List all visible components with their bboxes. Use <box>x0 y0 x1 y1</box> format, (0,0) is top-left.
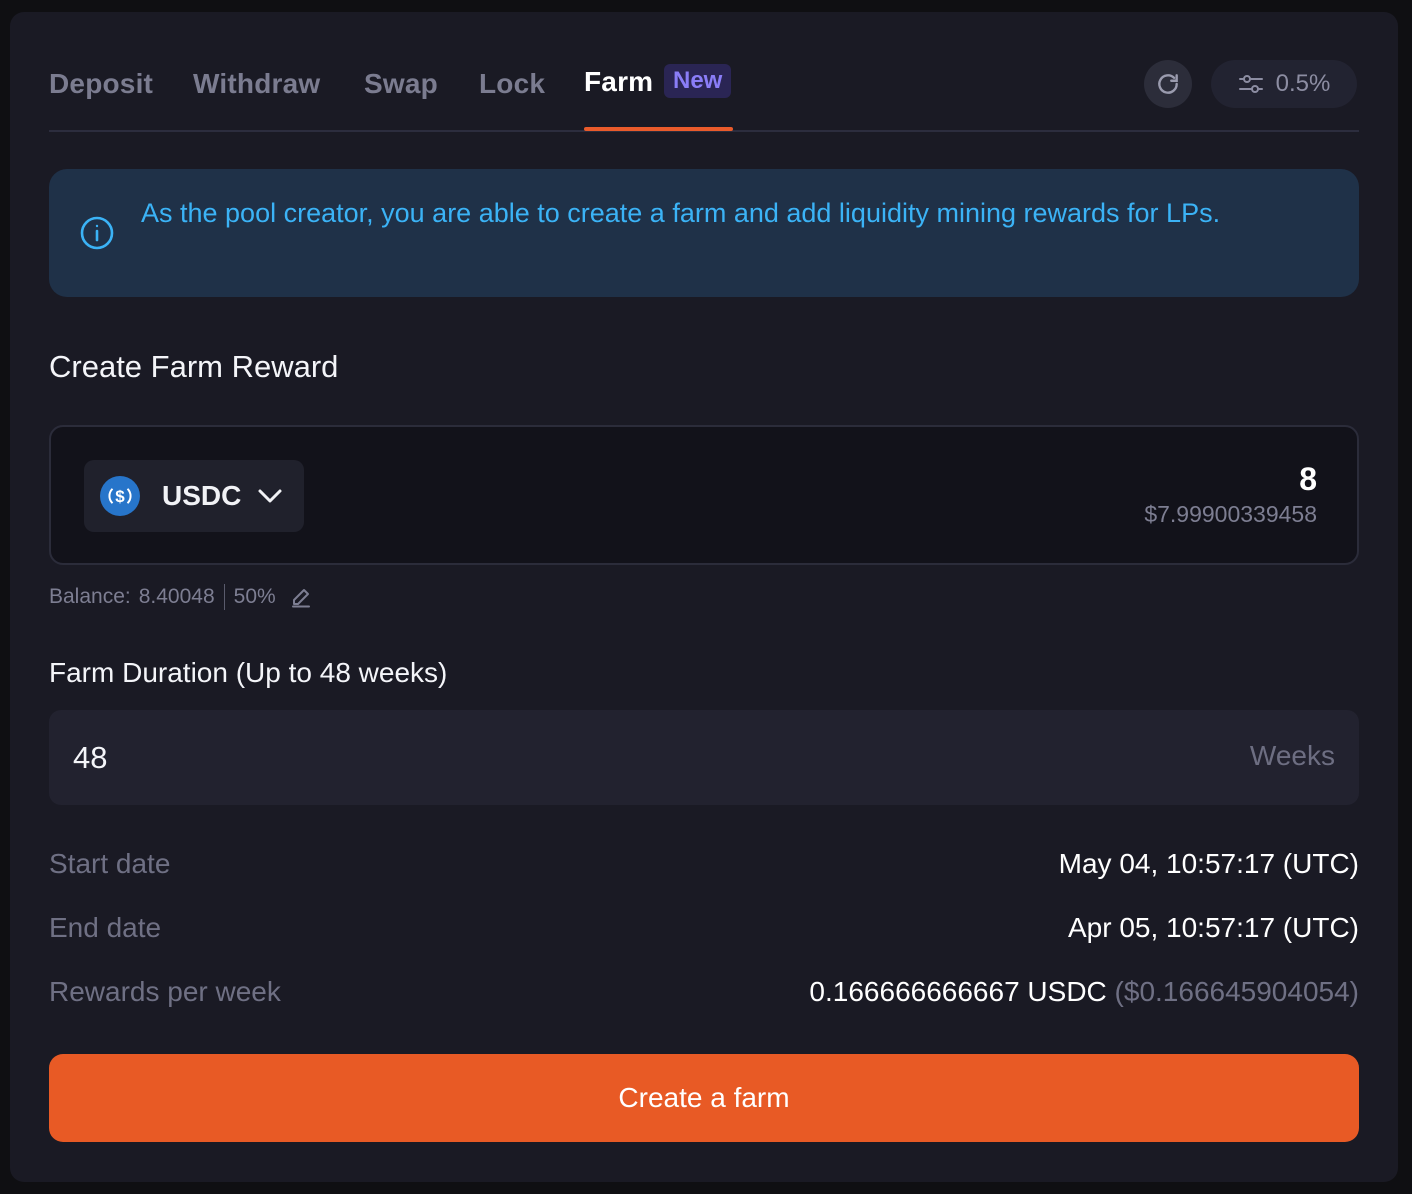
edit-percent-button[interactable] <box>290 586 312 608</box>
reward-amount[interactable]: 8 <box>1299 461 1317 498</box>
rewards-per-week-row: Rewards per week 0.166666666667 USDC ($0… <box>49 976 1359 1016</box>
start-date-row: Start date May 04, 10:57:17 (UTC) <box>49 848 1359 888</box>
token-selector[interactable]: $ USDC <box>84 460 304 532</box>
section-title: Create Farm Reward <box>49 349 339 384</box>
token-symbol: USDC <box>162 480 242 511</box>
tab-swap[interactable]: Swap <box>364 68 438 100</box>
tab-farm[interactable]: Farm <box>584 66 653 98</box>
rewards-per-week-value: 0.166666666667 USDC ($0.166645904054) <box>809 976 1359 1008</box>
balance-row: Balance: 8.40048 50% <box>49 584 312 610</box>
info-icon <box>80 216 114 250</box>
end-date-label: End date <box>49 912 162 943</box>
chevron-down-icon <box>258 489 282 503</box>
duration-label: Farm Duration (Up to 48 weeks) <box>49 657 448 688</box>
start-date-label: Start date <box>49 848 171 879</box>
duration-input[interactable] <box>73 710 1073 805</box>
rewards-usd: ($0.166645904054) <box>1114 976 1359 1007</box>
info-banner-text: As the pool creator, you are able to cre… <box>141 198 1221 228</box>
end-date-value: Apr 05, 10:57:17 (UTC) <box>1067 912 1359 943</box>
tab-withdraw[interactable]: Withdraw <box>193 68 320 100</box>
duration-field[interactable]: Weeks <box>49 710 1359 805</box>
divider <box>223 584 225 610</box>
balance-value[interactable]: 8.40048 <box>139 585 215 609</box>
active-tab-indicator <box>584 127 733 131</box>
duration-unit: Weeks <box>1249 740 1335 771</box>
percent-button[interactable]: 50% <box>234 585 276 609</box>
new-badge: New <box>664 64 732 98</box>
farm-card: Deposit Withdraw Swap Lock Farm New 0.5%… <box>10 12 1398 1182</box>
sliders-icon <box>1238 75 1263 93</box>
refresh-button[interactable] <box>1144 60 1192 108</box>
reward-amount-usd: $7.99900339458 <box>1144 501 1317 527</box>
tab-deposit[interactable]: Deposit <box>49 68 153 100</box>
start-date-value: May 04, 10:57:17 (UTC) <box>1058 848 1359 879</box>
rewards-per-week-label: Rewards per week <box>49 976 281 1007</box>
rewards-amount: 0.166666666667 USDC <box>809 976 1107 1007</box>
slippage-settings-button[interactable]: 0.5% <box>1211 60 1357 108</box>
slippage-value: 0.5% <box>1275 70 1331 97</box>
end-date-row: End date Apr 05, 10:57:17 (UTC) <box>49 912 1359 952</box>
pencil-icon <box>291 589 310 608</box>
info-banner: As the pool creator, you are able to cre… <box>49 169 1359 297</box>
tab-lock[interactable]: Lock <box>479 68 545 100</box>
refresh-icon <box>1158 74 1178 94</box>
create-farm-button[interactable]: Create a farm <box>49 1054 1359 1142</box>
svg-text:$: $ <box>115 487 125 506</box>
usdc-icon: $ <box>100 476 140 516</box>
balance-label: Balance: <box>49 585 131 608</box>
reward-token-input[interactable]: $ USDC 8 $7.99900339458 <box>49 425 1359 565</box>
